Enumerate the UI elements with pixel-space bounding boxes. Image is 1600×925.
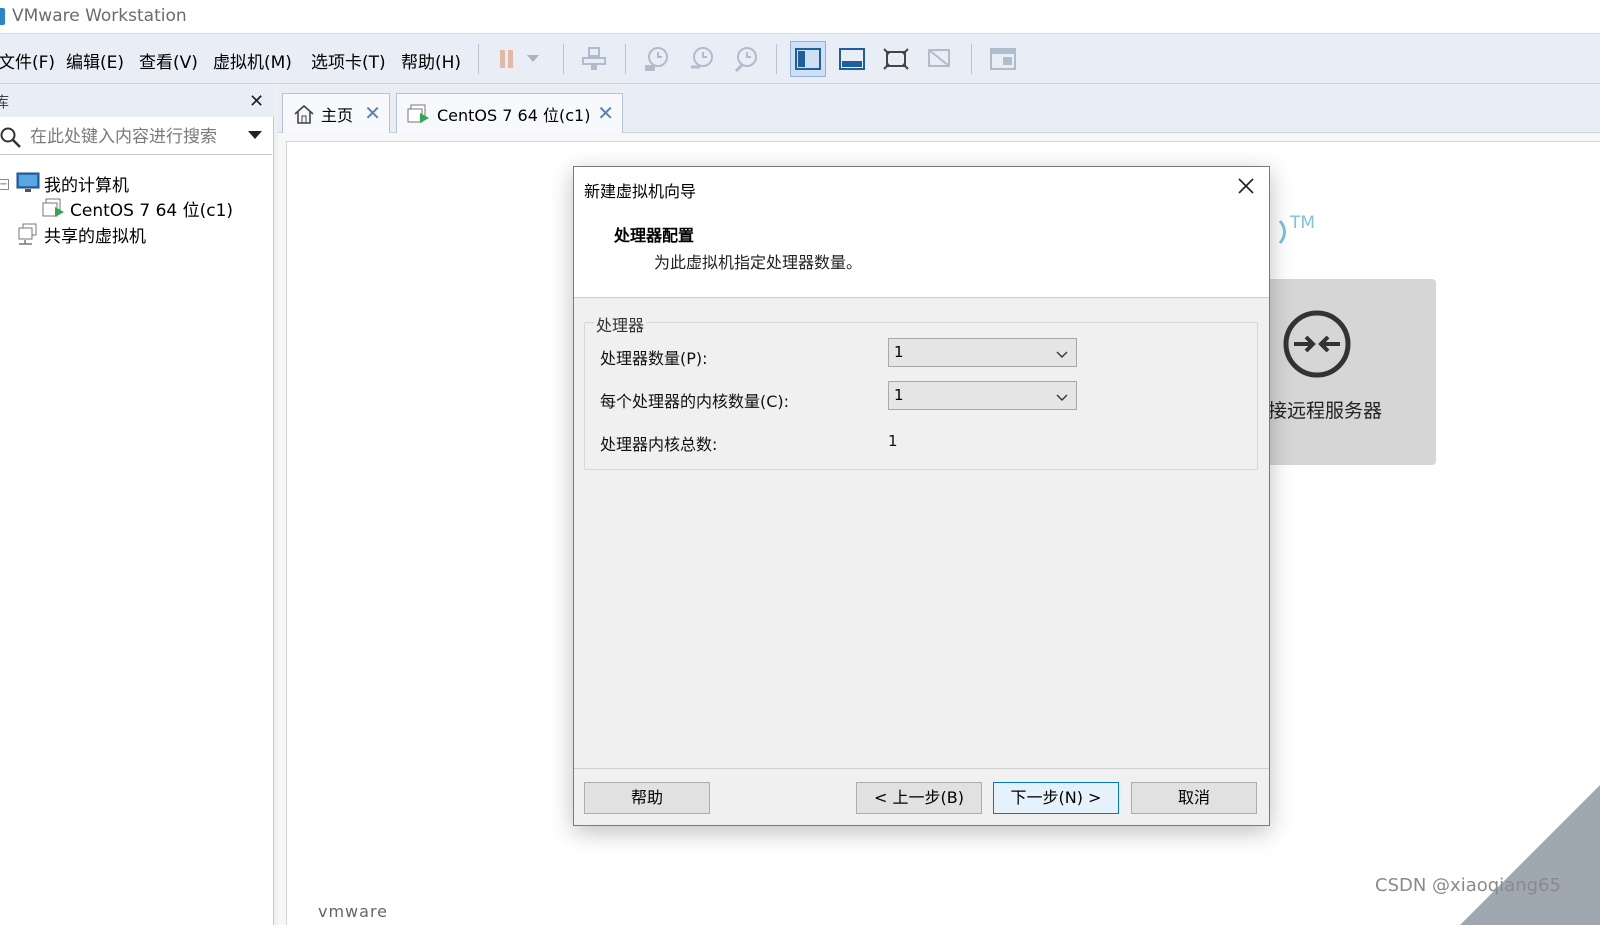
vm-running-icon: [42, 197, 66, 219]
console-view-icon[interactable]: [986, 42, 1020, 76]
menu-file[interactable]: 文件(F): [0, 48, 55, 73]
back-button[interactable]: < 上一步(B): [856, 782, 982, 814]
tree-label: CentOS 7 64 位(c1): [70, 200, 234, 221]
unity-icon[interactable]: [923, 42, 957, 76]
vm-running-icon: [407, 103, 431, 125]
window-title: VMware Workstation: [12, 6, 187, 26]
snapshot-revert-icon[interactable]: [685, 42, 719, 76]
home-icon: [293, 103, 315, 125]
search-icon: [0, 127, 22, 153]
snapshot-manager-icon[interactable]: [729, 42, 763, 76]
cancel-button[interactable]: 取消: [1131, 782, 1257, 814]
menu-vm[interactable]: 虚拟机(M): [213, 48, 292, 73]
next-button[interactable]: 下一步(N) >: [993, 782, 1119, 814]
trademark-mark: TM: [1290, 213, 1316, 233]
group-label: 处理器: [594, 312, 647, 336]
tree-item-centos-vm[interactable]: CentOS 7 64 位(c1): [42, 196, 234, 221]
tab-close-icon[interactable]: ✕: [597, 101, 614, 125]
power-dropdown-icon[interactable]: [522, 42, 544, 76]
tree-label: 共享的虚拟机: [44, 226, 146, 247]
dialog-title: 新建虚拟机向导: [584, 182, 697, 201]
tab-centos-vm[interactable]: CentOS 7 64 位(c1) ✕: [396, 93, 623, 133]
select-value: 1: [894, 386, 904, 404]
toolbar-separator: [563, 44, 564, 74]
tree-collapse-icon[interactable]: −: [0, 179, 9, 190]
shared-vms-icon: [16, 223, 40, 245]
pause-icon[interactable]: [490, 42, 524, 76]
menu-view[interactable]: 查看(V): [139, 48, 198, 73]
send-ctrl-alt-del-icon[interactable]: [577, 42, 611, 76]
toolbar-separator: [971, 44, 972, 74]
menu-tabs[interactable]: 选项卡(T): [311, 48, 386, 73]
snapshot-take-icon[interactable]: [640, 42, 674, 76]
close-icon[interactable]: [1233, 173, 1259, 199]
select-value: 1: [894, 343, 904, 361]
processor-count-label: 处理器数量(P):: [600, 349, 708, 368]
library-search: [0, 119, 272, 155]
cores-per-processor-select[interactable]: 1: [888, 381, 1077, 410]
tab-close-icon[interactable]: ✕: [364, 101, 381, 125]
processor-group: 处理器 处理器数量(P): 1 每个处理器的内核数量(C): 1 处理器内核总数…: [584, 312, 1258, 470]
help-button[interactable]: 帮助: [584, 782, 710, 814]
chevron-down-icon: [1056, 344, 1068, 371]
section-description: 为此虚拟机指定处理器数量。: [654, 253, 863, 272]
toolbar-separator: [478, 44, 479, 74]
computer-icon: [16, 172, 40, 194]
menu-help[interactable]: 帮助(H): [401, 48, 461, 73]
processor-count-select[interactable]: 1: [888, 338, 1077, 367]
library-title: 库: [0, 93, 10, 111]
remote-server-icon: [1282, 309, 1352, 383]
full-screen-icon[interactable]: [879, 42, 913, 76]
chevron-down-icon: [1056, 387, 1068, 414]
library-search-input[interactable]: [30, 124, 240, 150]
connect-remote-server-label: 接远程服务器: [1268, 400, 1383, 422]
title-bar: VMware Workstation: [0, 0, 1600, 34]
decorative-corner: [1460, 785, 1600, 925]
tree-item-my-computer[interactable]: 我的计算机: [16, 171, 129, 196]
dialog-footer: 帮助 < 上一步(B) 下一步(N) > 取消: [574, 768, 1269, 825]
vmware-logo: vmware: [318, 902, 389, 921]
search-dropdown-icon[interactable]: [248, 131, 262, 139]
menu-toolbar: 文件(F) 编辑(E) 查看(V) 虚拟机(M) 选项卡(T) 帮助(H): [0, 34, 1600, 84]
tree-item-shared-vms[interactable]: 共享的虚拟机: [16, 222, 146, 247]
tab-bar: 主页 ✕ CentOS 7 64 位(c1) ✕: [278, 85, 1600, 133]
total-cores-label: 处理器内核总数:: [600, 435, 718, 454]
dialog-header: 新建虚拟机向导 处理器配置 为此虚拟机指定处理器数量。: [574, 167, 1269, 298]
show-library-icon[interactable]: [790, 41, 826, 77]
tab-home[interactable]: 主页 ✕: [282, 93, 390, 133]
toolbar-separator: [776, 44, 777, 74]
toolbar-separator: [625, 44, 626, 74]
tab-label: CentOS 7 64 位(c1): [437, 105, 591, 125]
new-vm-wizard-dialog: 新建虚拟机向导 处理器配置 为此虚拟机指定处理器数量。 处理器 处理器数量(P)…: [573, 166, 1270, 826]
total-cores-value: 1: [888, 432, 898, 450]
vmware-app-icon: [0, 8, 5, 25]
section-title: 处理器配置: [614, 226, 695, 245]
tree-label: 我的计算机: [44, 175, 129, 196]
library-header: 库 ✕: [0, 85, 274, 117]
tab-label: 主页: [321, 105, 354, 125]
cores-per-processor-label: 每个处理器的内核数量(C):: [600, 392, 790, 411]
show-thumbnail-bar-icon[interactable]: [835, 42, 869, 76]
menu-edit[interactable]: 编辑(E): [66, 48, 124, 73]
csdn-watermark: CSDN @xiaoqiang65: [1375, 875, 1561, 896]
library-panel: 库 ✕ − 我的计算机 CentOS 7 64 位(c1) 共享的虚拟机: [0, 85, 274, 925]
library-close-icon[interactable]: ✕: [249, 91, 264, 112]
